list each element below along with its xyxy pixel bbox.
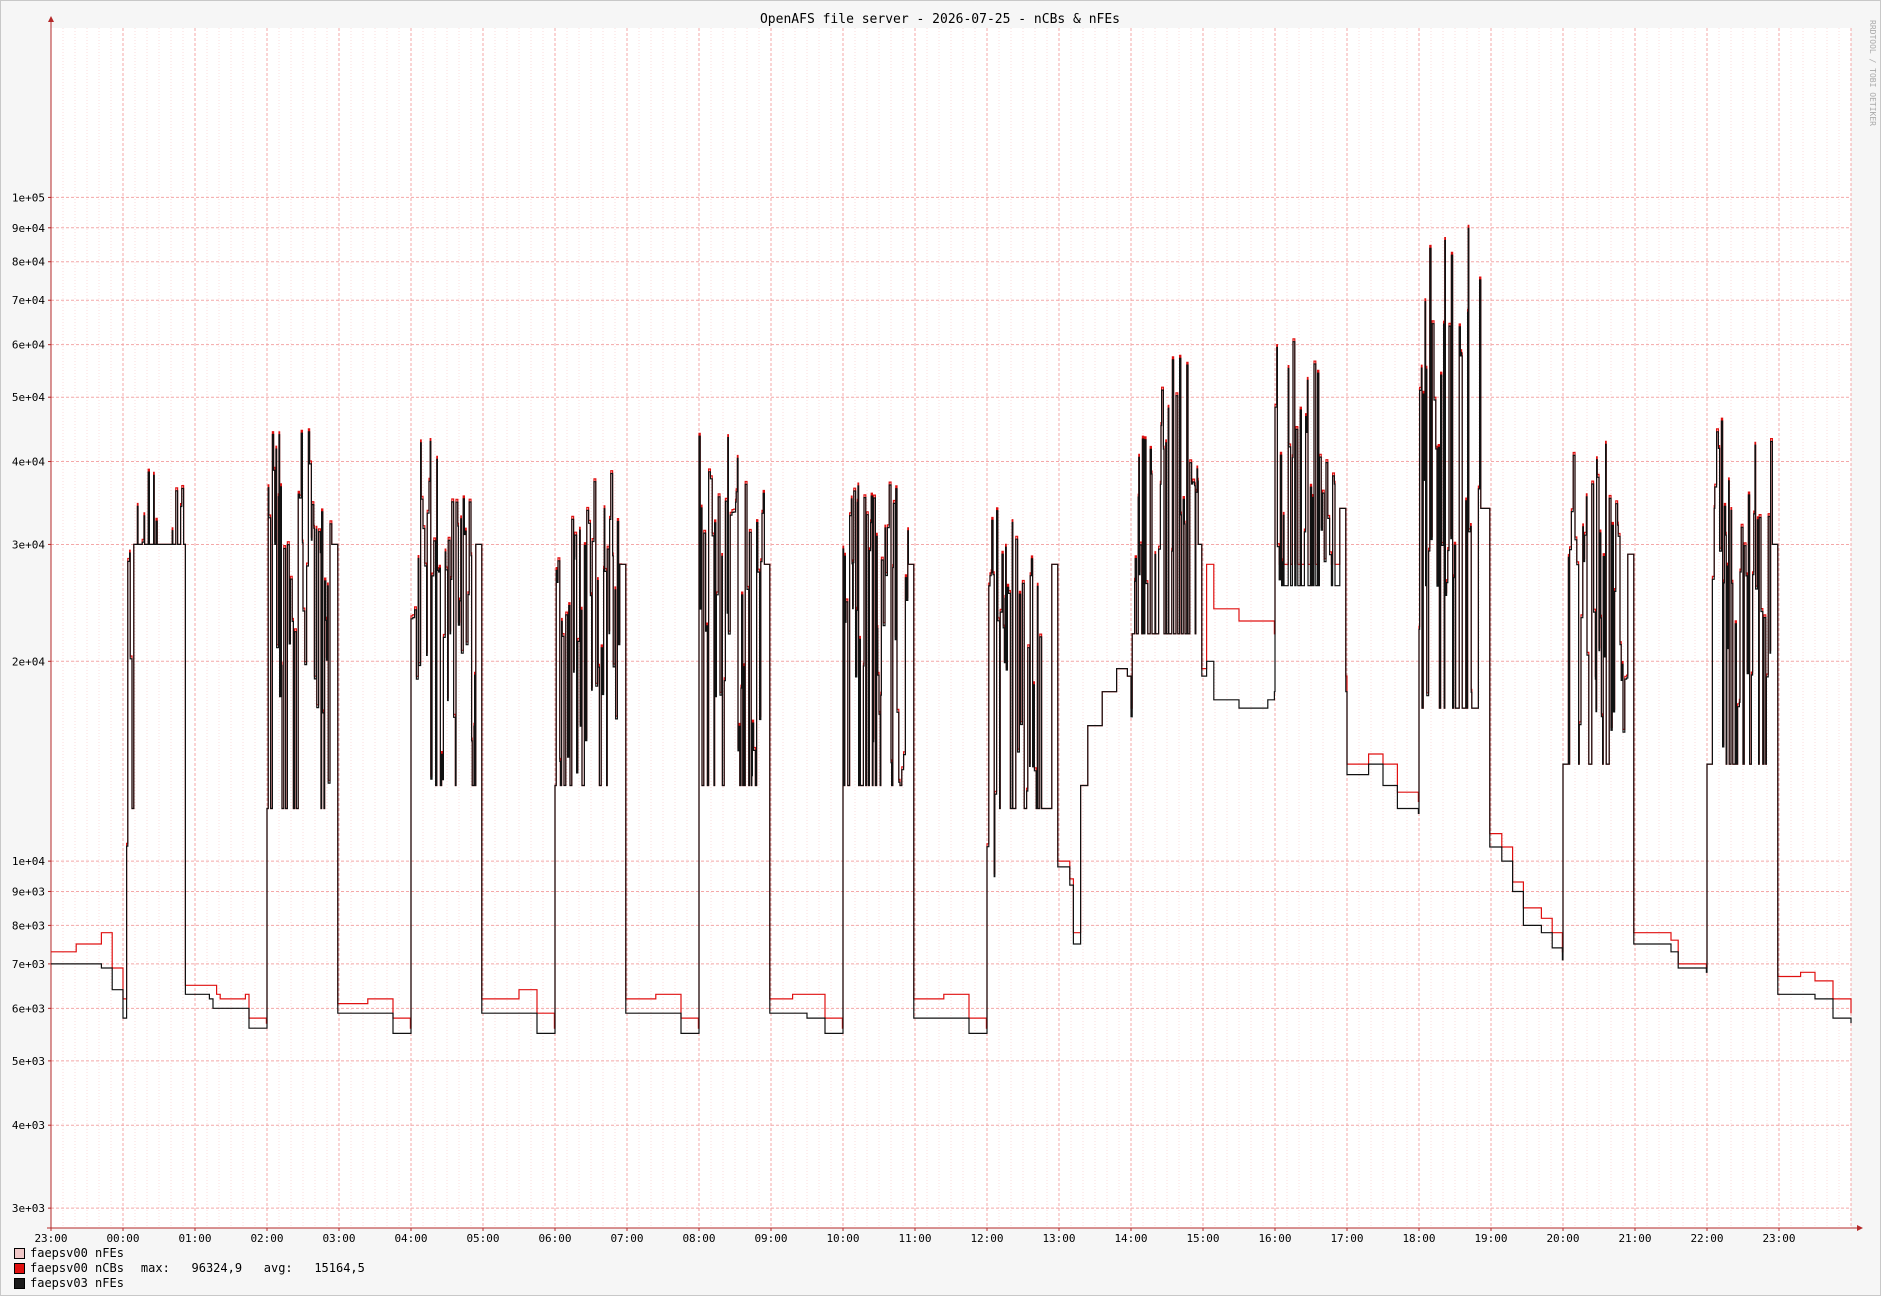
x-tick-label: 19:00 xyxy=(1474,1232,1507,1245)
legend: faepsv00 nFEs faepsv00 nCBs max: 96324,9… xyxy=(14,1246,365,1291)
y-tick-label: 4e+03 xyxy=(12,1119,45,1132)
x-tick-label: 00:00 xyxy=(106,1232,139,1245)
x-tick-label: 02:00 xyxy=(250,1232,283,1245)
x-tick-label: 03:00 xyxy=(322,1232,355,1245)
y-tick-label: 9e+04 xyxy=(12,222,45,235)
y-tick-label: 5e+04 xyxy=(12,391,45,404)
x-tick-label: 17:00 xyxy=(1330,1232,1363,1245)
y-tick-label: 6e+04 xyxy=(12,339,45,352)
x-tick-label: 08:00 xyxy=(682,1232,715,1245)
x-tick-label: 16:00 xyxy=(1258,1232,1291,1245)
legend-swatch xyxy=(14,1263,25,1274)
x-tick-label: 12:00 xyxy=(970,1232,1003,1245)
x-tick-label: 15:00 xyxy=(1186,1232,1219,1245)
chart-svg: OpenAFS file server - 2026-07-25 - nCBs … xyxy=(12,12,1877,1245)
x-tick-label: 13:00 xyxy=(1042,1232,1075,1245)
x-tick-label: 10:00 xyxy=(826,1232,859,1245)
y-tick-label: 3e+04 xyxy=(12,538,45,551)
y-tick-label: 8e+03 xyxy=(12,919,45,932)
y-axis-arrow xyxy=(48,16,54,22)
legend-swatch xyxy=(14,1248,25,1259)
legend-stats: max: 96324,9 avg: 15164,5 xyxy=(140,1261,365,1275)
legend-label: faepsv03 nFEs xyxy=(30,1276,124,1290)
x-tick-label: 05:00 xyxy=(466,1232,499,1245)
y-tick-label: 4e+04 xyxy=(12,456,45,469)
y-tick-label: 8e+04 xyxy=(12,256,45,269)
y-tick-label: 3e+03 xyxy=(12,1202,45,1215)
x-tick-label: 04:00 xyxy=(394,1232,427,1245)
legend-item-faepsv00-nfes: faepsv00 nFEs xyxy=(14,1246,365,1261)
x-tick-label: 01:00 xyxy=(178,1232,211,1245)
chart-title: OpenAFS file server - 2026-07-25 - nCBs … xyxy=(760,12,1120,27)
y-tick-label: 7e+03 xyxy=(12,958,45,971)
x-tick-label: 14:00 xyxy=(1114,1232,1147,1245)
x-tick-label: 23:00 xyxy=(34,1232,67,1245)
y-tick-label: 1e+05 xyxy=(12,191,45,204)
y-tick-label: 5e+03 xyxy=(12,1055,45,1068)
x-axis-arrow xyxy=(1857,1225,1863,1231)
x-tick-label: 11:00 xyxy=(898,1232,931,1245)
x-tick-label: 07:00 xyxy=(610,1232,643,1245)
y-tick-label: 9e+03 xyxy=(12,885,45,898)
y-tick-label: 1e+04 xyxy=(12,855,45,868)
x-tick-label: 20:00 xyxy=(1546,1232,1579,1245)
x-tick-label: 06:00 xyxy=(538,1232,571,1245)
legend-item-faepsv00-ncbs: faepsv00 nCBs max: 96324,9 avg: 15164,5 xyxy=(14,1261,365,1276)
y-tick-label: 6e+03 xyxy=(12,1002,45,1015)
y-tick-label: 7e+04 xyxy=(12,294,45,307)
legend-label: faepsv00 nFEs xyxy=(30,1246,124,1260)
x-tick-label: 18:00 xyxy=(1402,1232,1435,1245)
x-tick-label: 23:00 xyxy=(1762,1232,1795,1245)
legend-item-faepsv03-nfes: faepsv03 nFEs xyxy=(14,1276,365,1291)
y-tick-label: 2e+04 xyxy=(12,655,45,668)
rrdtool-watermark: RRDTOOL / TOBI OETIKER xyxy=(1868,20,1877,126)
legend-label: faepsv00 nCBs xyxy=(30,1261,124,1275)
legend-swatch xyxy=(14,1278,25,1289)
x-tick-label: 09:00 xyxy=(754,1232,787,1245)
x-tick-label: 22:00 xyxy=(1690,1232,1723,1245)
x-tick-label: 21:00 xyxy=(1618,1232,1651,1245)
